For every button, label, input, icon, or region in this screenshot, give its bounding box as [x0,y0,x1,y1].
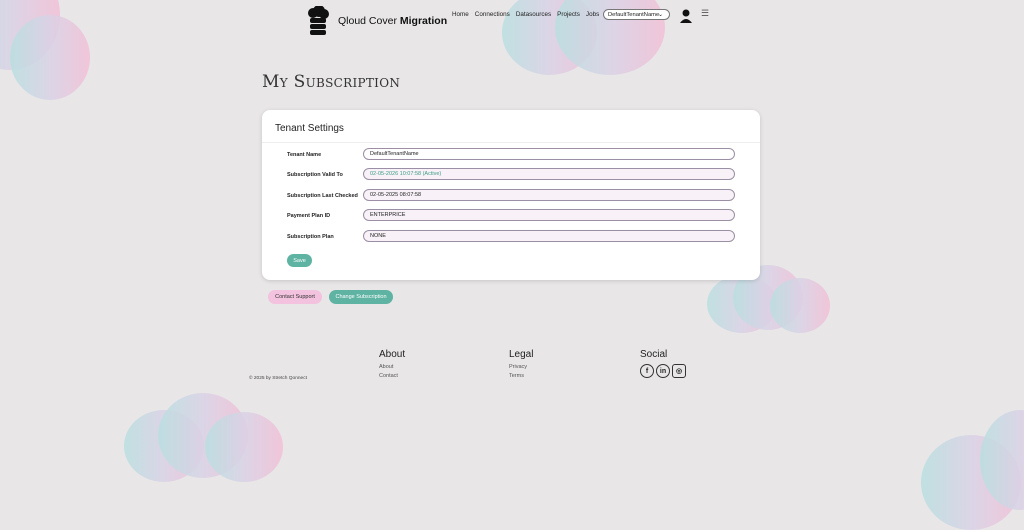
payment-plan-id-field: ENTERPRICE [363,209,735,221]
footer-about: About About Contact [379,349,405,379]
change-subscription-button[interactable]: Change Subscription [329,290,393,304]
contact-support-button[interactable]: Contact Support [268,290,322,304]
tenant-settings-card: Tenant Settings Tenant Name DefaultTenan… [262,110,760,280]
subscription-valid-to-label: Subscription Valid To [287,172,343,178]
cloud-decoration [770,278,830,333]
subscription-plan-label: Subscription Plan [287,234,334,240]
linkedin-icon[interactable]: in [656,364,670,378]
tenant-select-value: DefaultTenantName [608,11,660,18]
cloud-decoration [205,412,283,482]
footer-social: Social f in ◎ [640,349,686,378]
nav-datasources[interactable]: Datasources [516,11,551,18]
nav-projects[interactable]: Projects [557,11,580,18]
page-title: My Subscription [262,72,401,92]
save-button[interactable]: Save [287,254,312,267]
tenant-name-field[interactable]: DefaultTenantName [363,148,735,160]
social-icons: f in ◎ [640,364,686,378]
footer-link-terms[interactable]: Terms [509,373,533,379]
facebook-icon[interactable]: f [640,364,654,378]
footer-legal: Legal Privacy Terms [509,349,533,379]
logo[interactable]: Qloud Cover Migration [306,6,447,36]
nav-connections[interactable]: Connections [475,11,510,18]
footer-link-contact[interactable]: Contact [379,373,405,379]
nav-jobs[interactable]: Jobs [586,11,599,18]
footer-link-about[interactable]: About [379,364,405,370]
cloud-decoration [10,15,90,100]
hamburger-menu-icon[interactable]: ☰ [701,8,709,19]
divider [262,142,760,143]
tenant-select[interactable]: DefaultTenantName ⌄ [603,9,670,20]
subscription-last-checked-field: 02-05-2025 08:07:58 [363,189,735,201]
payment-plan-id-label: Payment Plan ID [287,213,331,219]
instagram-icon[interactable]: ◎ [672,364,686,378]
subscription-plan-field: NONE [363,230,735,242]
footer-legal-heading: Legal [509,349,534,360]
logo-text: Qloud Cover Migration [338,15,448,27]
user-icon[interactable] [680,9,692,23]
copyright: © 2025 by Stretch Qonnect [249,376,307,381]
nav-home[interactable]: Home [452,11,469,18]
footer-about-heading: About [379,349,406,360]
tenant-name-label: Tenant Name [287,152,322,158]
main-nav: Home Connections Datasources Projects Jo… [452,11,599,18]
subscription-last-checked-label: Subscription Last Checked [287,193,358,199]
footer-link-privacy[interactable]: Privacy [509,364,533,370]
card-title: Tenant Settings [275,123,344,134]
subscription-valid-to-field: 02-05-2026 10:07:58 (Active) [363,168,735,180]
logo-icon [308,6,329,35]
chevron-down-icon: ⌄ [657,12,663,18]
footer-social-heading: Social [640,349,668,360]
